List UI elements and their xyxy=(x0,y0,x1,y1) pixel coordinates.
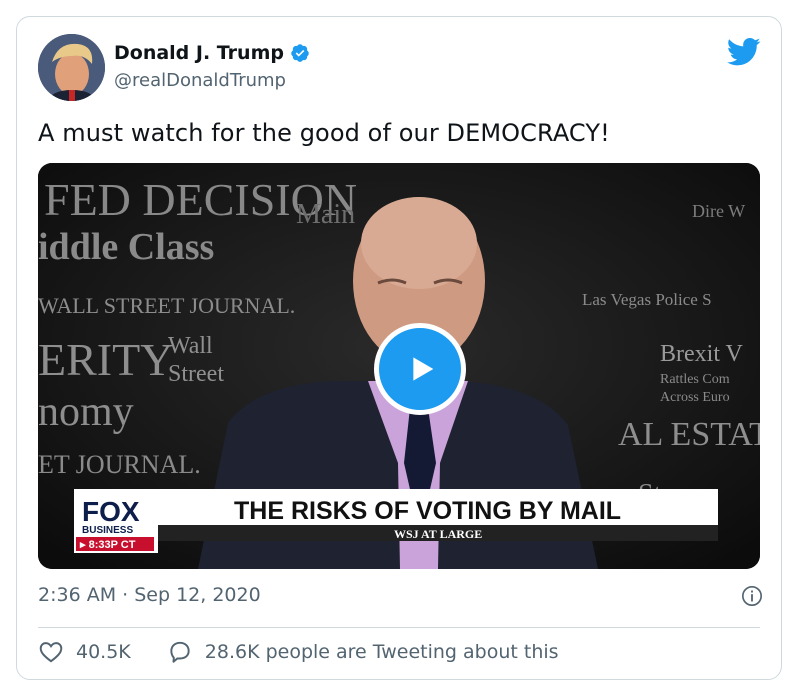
tweet-text: A must watch for the good of our DEMOCRA… xyxy=(38,119,610,147)
info-icon[interactable] xyxy=(741,585,763,607)
tweet-actions: 40.5K 28.6K people are Tweeting about th… xyxy=(38,639,559,665)
backdrop-text: iddle Class xyxy=(38,226,214,268)
like-count: 40.5K xyxy=(76,641,131,663)
reply-button[interactable]: 28.6K people are Tweeting about this xyxy=(167,639,559,665)
like-button[interactable]: 40.5K xyxy=(38,639,131,665)
backdrop-text: Wall xyxy=(168,333,213,359)
network-sub: BUSINESS xyxy=(82,525,133,536)
broadcast-time: ▸ 8:33P CT xyxy=(79,539,136,551)
twitter-bird-icon[interactable] xyxy=(727,37,761,67)
backdrop-text: Across Euro xyxy=(660,390,730,405)
tweet-timestamp[interactable]: 2:36 AM · Sep 12, 2020 xyxy=(38,584,261,606)
backdrop-text: Rattles Com xyxy=(660,372,730,387)
show-name: WSJ AT LARGE xyxy=(394,527,482,541)
tweeting-count: 28.6K people are Tweeting about this xyxy=(204,641,559,663)
backdrop-text: AL ESTAT xyxy=(618,416,760,453)
backdrop-text: Main xyxy=(296,199,355,230)
divider xyxy=(38,627,760,628)
backdrop-text: Street xyxy=(168,361,224,387)
network-logo: FOX xyxy=(82,496,140,527)
backdrop-text: WALL STREET JOURNAL. xyxy=(38,293,295,318)
avatar-image xyxy=(38,34,105,101)
user-name-row: Donald J. Trump xyxy=(114,42,310,64)
play-button[interactable] xyxy=(374,323,466,415)
backdrop-text: ET JOURNAL. xyxy=(38,450,201,479)
user-handle[interactable]: @realDonaldTrump xyxy=(114,70,286,91)
backdrop-text: ERITY xyxy=(38,334,173,385)
display-name[interactable]: Donald J. Trump xyxy=(114,42,284,64)
backdrop-text: nomy xyxy=(38,389,134,435)
reply-icon xyxy=(170,641,190,663)
backdrop-text: Brexit V xyxy=(660,341,744,367)
backdrop-text: Las Vegas Police S xyxy=(582,290,712,309)
play-icon xyxy=(413,357,434,381)
heart-icon xyxy=(39,642,63,663)
verified-badge-icon xyxy=(291,44,309,62)
chyron-headline: THE RISKS OF VOTING BY MAIL xyxy=(234,497,621,525)
tweet-card: Donald J. Trump @realDonaldTrump A must … xyxy=(16,16,782,680)
avatar[interactable] xyxy=(38,34,105,101)
backdrop-text: Dire W xyxy=(692,201,745,221)
video-player[interactable]: FED DECISION iddle Class WALL STREET JOU… xyxy=(38,163,760,569)
